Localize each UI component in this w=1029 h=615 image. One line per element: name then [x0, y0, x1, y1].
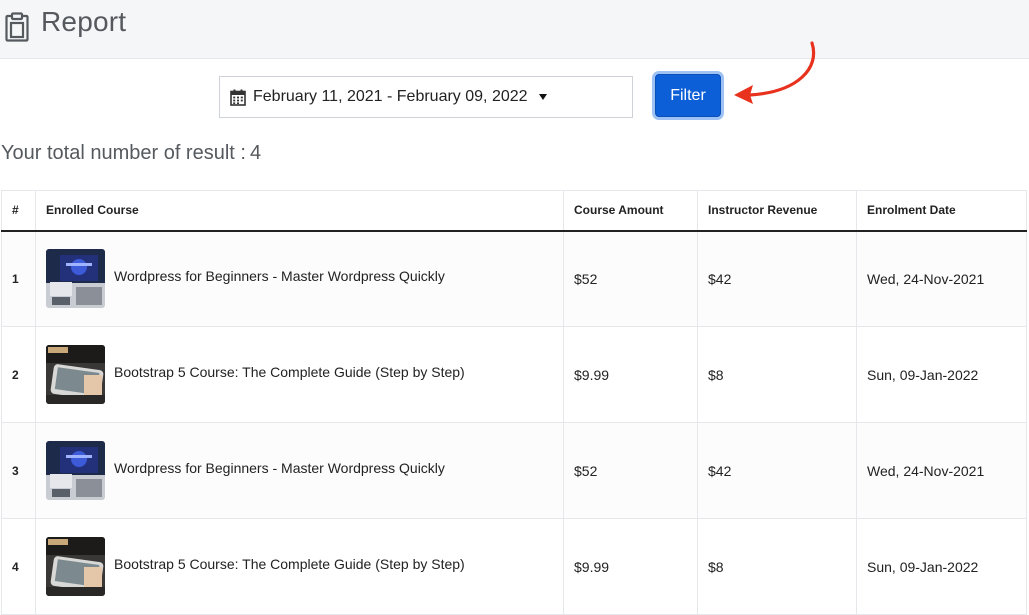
table-row: 1 Wordpress for Beginners - Master Wordp… [1, 230, 1027, 327]
table-row: 3 Wordpress for Beginners - Master Wordp… [1, 422, 1027, 519]
calendar-icon [230, 89, 246, 106]
instructor-revenue: $42 [697, 422, 857, 519]
row-number: 4 [1, 518, 36, 615]
enrolment-date: Wed, 24-Nov-2021 [856, 230, 1027, 327]
row-number: 3 [1, 422, 36, 519]
course-amount: $9.99 [563, 326, 698, 423]
column-header-course: Enrolled Course [35, 190, 564, 232]
course-title[interactable]: Bootstrap 5 Course: The Complete Guide (… [114, 364, 465, 380]
course-cell: Bootstrap 5 Course: The Complete Guide (… [35, 518, 564, 615]
filter-button[interactable]: Filter [655, 74, 721, 117]
course-cell: Wordpress for Beginners - Master Wordpre… [35, 422, 564, 519]
table-row: 4 Bootstrap 5 Course: The Complete Guide… [1, 518, 1027, 615]
table-header-row: # Enrolled Course Course Amount Instruct… [1, 190, 1027, 232]
column-header-date: Enrolment Date [856, 190, 1027, 232]
row-number: 2 [1, 326, 36, 423]
chevron-down-icon [538, 94, 547, 100]
course-amount: $9.99 [563, 518, 698, 615]
result-summary-label: Your total number of result : [1, 142, 246, 164]
column-header-number: # [1, 190, 36, 232]
page-header: Report [0, 0, 1029, 59]
enrolment-date: Wed, 24-Nov-2021 [856, 422, 1027, 519]
course-thumbnail[interactable] [46, 441, 105, 500]
course-amount: $52 [563, 422, 698, 519]
enrolment-date: Sun, 09-Jan-2022 [856, 326, 1027, 423]
course-title[interactable]: Bootstrap 5 Course: The Complete Guide (… [114, 556, 465, 572]
course-cell: Bootstrap 5 Course: The Complete Guide (… [35, 326, 564, 423]
column-header-revenue: Instructor Revenue [697, 190, 857, 232]
result-summary: Your total number of result :4 [1, 142, 261, 165]
instructor-revenue: $8 [697, 518, 857, 615]
instructor-revenue: $8 [697, 326, 857, 423]
enrolment-date: Sun, 09-Jan-2022 [856, 518, 1027, 615]
result-count: 4 [249, 142, 262, 164]
date-range-value: February 11, 2021 - February 09, 2022 [253, 88, 528, 105]
course-amount: $52 [563, 230, 698, 327]
clipboard-icon [5, 12, 29, 42]
course-thumbnail[interactable] [46, 537, 105, 596]
course-thumbnail[interactable] [46, 249, 105, 309]
course-cell: Wordpress for Beginners - Master Wordpre… [35, 230, 564, 327]
instructor-revenue: $42 [697, 230, 857, 327]
report-table: # Enrolled Course Course Amount Instruct… [1, 190, 1027, 615]
course-title[interactable]: Wordpress for Beginners - Master Wordpre… [114, 460, 445, 476]
row-number: 1 [1, 230, 36, 327]
course-thumbnail[interactable] [46, 345, 105, 404]
date-range-picker[interactable]: February 11, 2021 - February 09, 2022 [219, 76, 633, 118]
page-title: Report [41, 6, 127, 37]
column-header-amount: Course Amount [563, 190, 698, 232]
table-row: 2 Bootstrap 5 Course: The Complete Guide… [1, 326, 1027, 423]
course-title[interactable]: Wordpress for Beginners - Master Wordpre… [114, 268, 445, 284]
annotation-arrow-icon [734, 41, 816, 104]
